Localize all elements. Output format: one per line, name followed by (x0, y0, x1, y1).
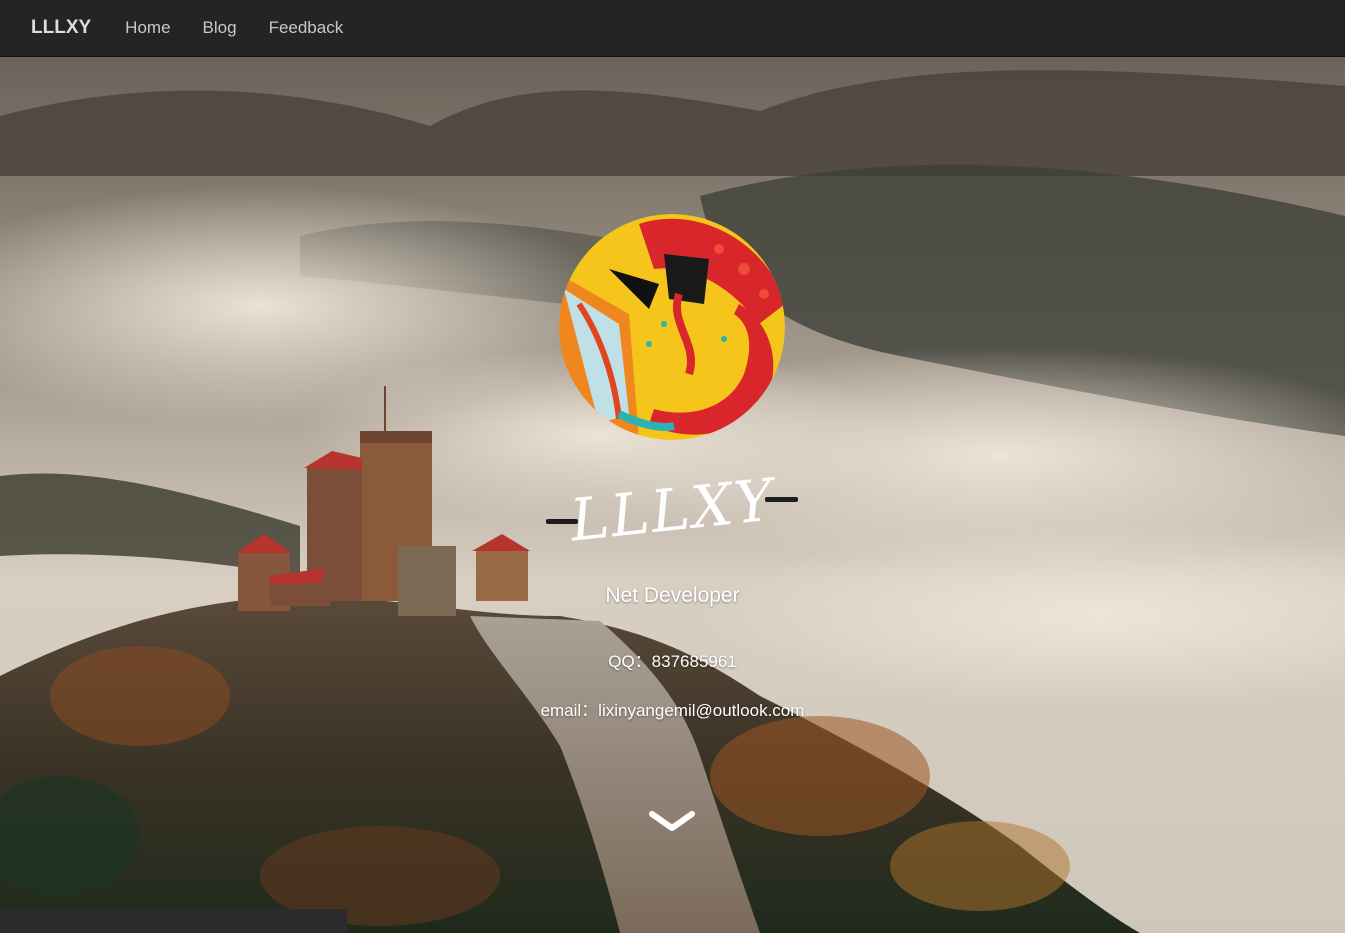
hero-role: Net Developer (605, 584, 740, 607)
top-navbar: LLLXY Home Blog Feedback (0, 0, 1345, 57)
nav-blog-link[interactable]: Blog (203, 18, 237, 38)
scroll-down-button[interactable] (646, 806, 698, 838)
contact-qq: QQ：837685961 (608, 652, 737, 671)
brand-link[interactable]: LLLXY (31, 17, 91, 39)
chevron-down-icon (649, 811, 695, 831)
contact-email: email：lixinyangemil@outlook.com (540, 701, 805, 720)
avatar-illustration (559, 214, 785, 440)
nav-home-link[interactable]: Home (125, 18, 170, 38)
hero-section: LLLXY Net Developer QQ：837685961 email：l… (0, 56, 1345, 933)
nav-feedback-link[interactable]: Feedback (269, 18, 344, 38)
avatar (559, 214, 785, 440)
bottom-bar (0, 909, 347, 933)
